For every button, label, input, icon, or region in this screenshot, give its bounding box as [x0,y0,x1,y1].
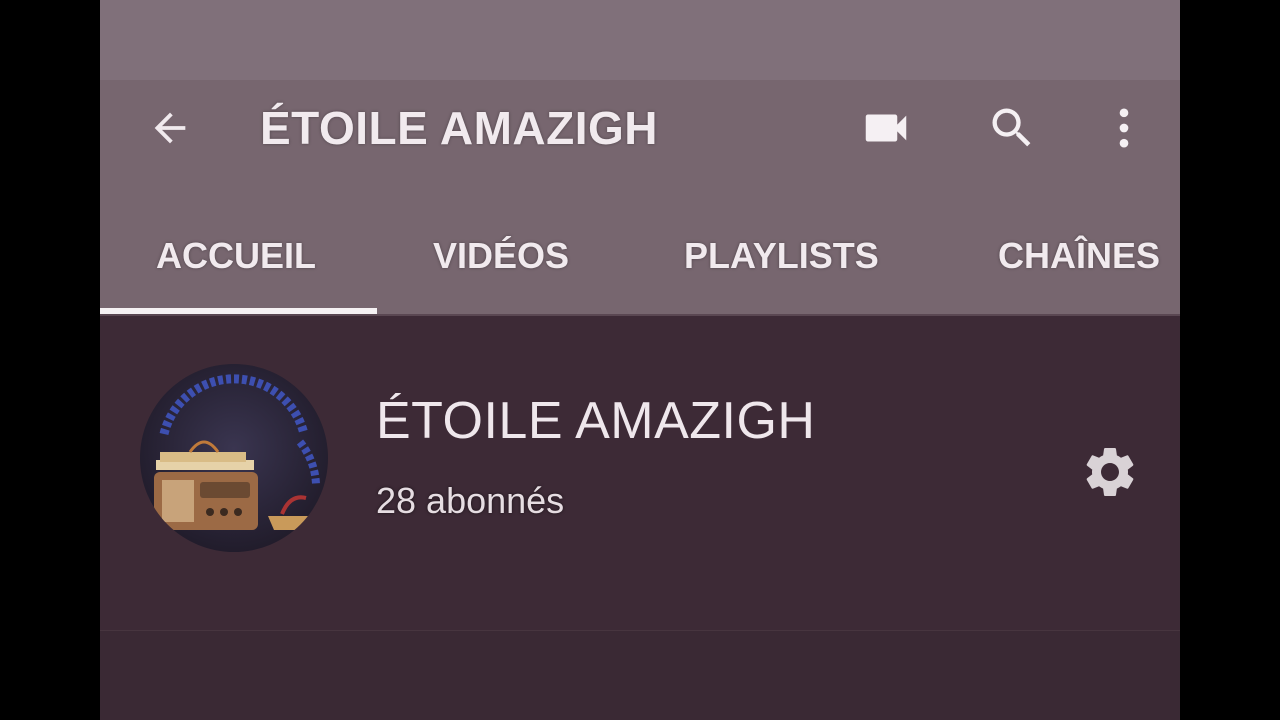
tab-videos[interactable]: VIDÉOS [433,226,569,286]
search-icon [992,108,1031,147]
youtube-channel-screen: ÉTOILE AMAZIGH ACCUEIL VIDÉOS PLAYLISTS … [100,0,1180,720]
more-options-button[interactable] [1096,100,1152,156]
app-title: ÉTOILE AMAZIGH [260,102,658,154]
back-button[interactable] [144,102,196,154]
channel-name: ÉTOILE AMAZIGH [376,392,816,450]
tab-chaines[interactable]: CHAÎNES [998,226,1160,286]
channel-avatar[interactable] [140,364,328,552]
tab-playlists[interactable]: PLAYLISTS [684,226,879,286]
radio-books-logo-icon [140,364,328,552]
app-bar: ÉTOILE AMAZIGH [100,80,1180,176]
tab-accueil[interactable]: ACCUEIL [156,226,316,286]
video-camera-icon [865,114,907,142]
content-area [100,630,1180,720]
arrow-left-icon [154,112,186,144]
channel-header: ÉTOILE AMAZIGH 28 abonnés [100,316,1180,630]
tab-bar: ACCUEIL VIDÉOS PLAYLISTS CHAÎNES [100,176,1180,316]
more-vert-icon [1119,108,1129,148]
gear-icon [1086,448,1134,496]
search-button[interactable] [984,100,1040,156]
subscriber-count: 28 abonnés [376,480,565,521]
upload-video-button[interactable] [858,100,914,156]
channel-settings-button[interactable] [1078,440,1142,504]
status-strip [100,0,1180,80]
